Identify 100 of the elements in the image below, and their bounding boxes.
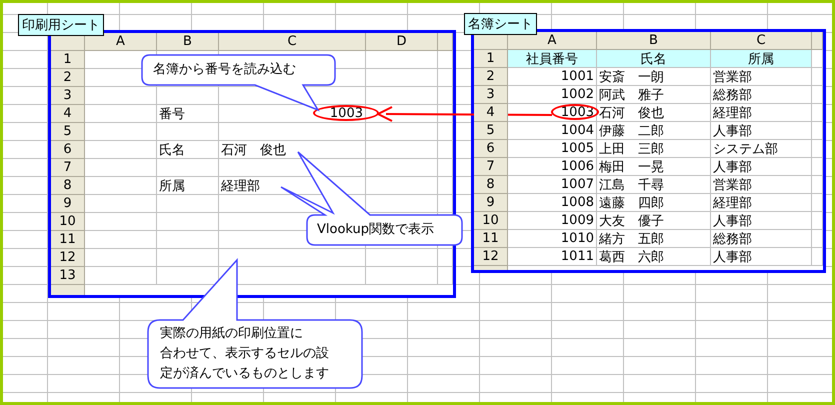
table-cell: [366, 123, 438, 141]
table-cell: [438, 51, 453, 69]
table-cell: [438, 267, 453, 285]
table-cell: [812, 248, 823, 266]
table-cell: 社員番号: [508, 50, 597, 68]
table-cell: 1005: [508, 140, 597, 158]
row-header[interactable]: 8: [51, 177, 85, 195]
row-header[interactable]: 9: [51, 195, 85, 213]
table-cell: [812, 176, 823, 194]
table-cell: 1004: [508, 122, 597, 140]
table-cell: 上田 三郎: [597, 140, 711, 158]
table-cell: [812, 86, 823, 104]
table-cell: 所属: [711, 50, 812, 68]
row-header[interactable]: 7: [474, 158, 508, 176]
table-cell: [85, 213, 157, 231]
table-cell: [812, 122, 823, 140]
row-header[interactable]: 8: [474, 176, 508, 194]
row-header[interactable]: 1: [474, 50, 508, 68]
column-header[interactable]: A: [508, 32, 597, 50]
table-cell: [85, 159, 157, 177]
table-cell: 人事部: [711, 158, 812, 176]
table-cell: [438, 177, 453, 195]
table-cell: [366, 105, 438, 123]
table-cell: 氏名: [597, 50, 711, 68]
table-cell: 1007: [508, 176, 597, 194]
column-header[interactable]: B: [157, 33, 219, 51]
table-cell: [366, 267, 438, 285]
sheet-label: 印刷用シート: [18, 14, 104, 36]
table-cell: [438, 249, 453, 267]
table-cell: 遠藤 四郎: [597, 194, 711, 212]
table-cell: [438, 141, 453, 159]
table-cell: 経理部: [711, 194, 812, 212]
sheet-label: 名簿シート: [464, 13, 537, 35]
row-header[interactable]: 9: [474, 194, 508, 212]
table-cell: [85, 123, 157, 141]
table-cell: 阿武 雅子: [597, 86, 711, 104]
column-header[interactable]: A: [85, 33, 157, 51]
row-header[interactable]: 10: [474, 212, 508, 230]
table-cell: [366, 87, 438, 105]
table-cell: [812, 158, 823, 176]
table-cell: [157, 123, 219, 141]
row-header[interactable]: 4: [51, 105, 85, 123]
table-cell: 1002: [508, 86, 597, 104]
column-header[interactable]: [812, 32, 823, 50]
column-header[interactable]: C: [219, 33, 366, 51]
callout-text: 実際の用紙の印刷位置に 合わせて、表示するセルの設 定が済んでいるものとします: [160, 325, 329, 383]
row-header[interactable]: 12: [51, 249, 85, 267]
table-cell: 1003: [508, 104, 597, 122]
table-cell: 安斎 一朗: [597, 68, 711, 86]
row-header[interactable]: 10: [51, 213, 85, 231]
row-header[interactable]: 12: [474, 248, 508, 266]
table-cell: 番号: [157, 105, 219, 123]
column-header[interactable]: C: [711, 32, 812, 50]
row-header[interactable]: 6: [51, 141, 85, 159]
callout-text: 名簿から番号を読み込む: [153, 61, 296, 79]
table-cell: 営業部: [711, 176, 812, 194]
row-header[interactable]: 1: [51, 51, 85, 69]
row-header[interactable]: 3: [51, 87, 85, 105]
table-cell: 人事部: [711, 212, 812, 230]
row-header[interactable]: 6: [474, 140, 508, 158]
table-cell: 緒方 五郎: [597, 230, 711, 248]
table-cell: [157, 159, 219, 177]
table-cell: 総務部: [711, 230, 812, 248]
table-cell: [812, 68, 823, 86]
table-cell: 人事部: [711, 122, 812, 140]
table-cell: [438, 69, 453, 87]
row-header[interactable]: 3: [474, 86, 508, 104]
row-header[interactable]: 7: [51, 159, 85, 177]
table-cell: [812, 194, 823, 212]
row-header[interactable]: 4: [474, 104, 508, 122]
callout-text: Vlookup関数で表示: [317, 221, 434, 239]
row-header[interactable]: 11: [51, 231, 85, 249]
table-cell: [812, 50, 823, 68]
row-header[interactable]: 2: [474, 68, 508, 86]
column-header[interactable]: B: [597, 32, 711, 50]
table-cell: [812, 104, 823, 122]
table-cell: [85, 249, 157, 267]
table-cell: 営業部: [711, 68, 812, 86]
table-cell: 1010: [508, 230, 597, 248]
table-cell: [157, 249, 219, 267]
column-header[interactable]: D: [366, 33, 438, 51]
table-cell: [438, 105, 453, 123]
table-cell: [85, 177, 157, 195]
table-cell: [85, 87, 157, 105]
table-cell: 江島 千尋: [597, 176, 711, 194]
table-cell: [366, 141, 438, 159]
table-cell: 石河 俊也: [597, 104, 711, 122]
column-header[interactable]: [438, 33, 453, 51]
row-header[interactable]: 13: [51, 267, 85, 285]
table-cell: [85, 195, 157, 213]
row-header[interactable]: 11: [474, 230, 508, 248]
table-cell: 梅田 一晃: [597, 158, 711, 176]
table-cell: 1008: [508, 194, 597, 212]
table-cell: システム部: [711, 140, 812, 158]
table-cell: [812, 140, 823, 158]
table-cell: 1009: [508, 212, 597, 230]
row-header[interactable]: 5: [51, 123, 85, 141]
table-cell: [438, 159, 453, 177]
row-header[interactable]: 2: [51, 69, 85, 87]
row-header[interactable]: 5: [474, 122, 508, 140]
